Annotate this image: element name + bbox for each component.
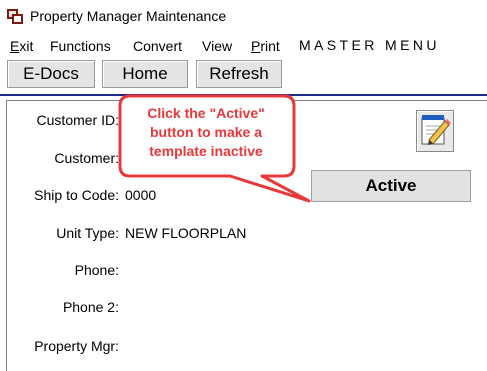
- window-title: Property Manager Maintenance: [30, 8, 227, 24]
- menu-exit[interactable]: Exit: [10, 38, 33, 54]
- home-button[interactable]: Home: [102, 60, 188, 88]
- phone-label: Phone:: [74, 262, 119, 278]
- menu-convert[interactable]: Convert: [133, 38, 182, 54]
- toolbar: E-Docs Home Refresh: [0, 58, 487, 90]
- menu-view[interactable]: View: [202, 38, 232, 54]
- customer-label: Customer:: [54, 150, 119, 166]
- callout-line-3: template inactive: [149, 143, 263, 159]
- unit-type-value: NEW FLOORPLAN: [125, 225, 247, 241]
- menu-functions[interactable]: Functions: [50, 38, 111, 54]
- header-divider: [0, 94, 487, 96]
- unit-type-label: Unit Type:: [56, 225, 119, 241]
- notepad-pencil-icon: [421, 115, 451, 145]
- property-mgr-label: Property Mgr:: [34, 338, 119, 354]
- app-windows-icon: [7, 9, 24, 25]
- edocs-button[interactable]: E-Docs: [7, 60, 95, 88]
- ship-to-code-label: Ship to Code:: [34, 187, 119, 203]
- edit-button[interactable]: [416, 110, 454, 152]
- refresh-button[interactable]: Refresh: [196, 60, 282, 88]
- panel-left-border: [6, 100, 7, 371]
- callout-text: Click the "Active" button to make a temp…: [128, 104, 284, 161]
- panel-top-border: [6, 100, 487, 101]
- menu-bar: Exit Functions Convert View Print MASTER…: [0, 36, 487, 56]
- active-button[interactable]: Active: [311, 170, 471, 202]
- menu-print[interactable]: Print: [251, 38, 280, 54]
- title-bar: Property Manager Maintenance: [0, 0, 487, 34]
- ship-to-code-value: 0000: [125, 187, 157, 203]
- master-menu-label: MASTER MENU: [299, 37, 440, 53]
- callout-line-1: Click the "Active": [147, 105, 265, 121]
- customer-id-label: Customer ID:: [36, 112, 119, 128]
- callout-line-2: button to make a: [149, 124, 262, 140]
- phone2-label: Phone 2:: [62, 299, 119, 315]
